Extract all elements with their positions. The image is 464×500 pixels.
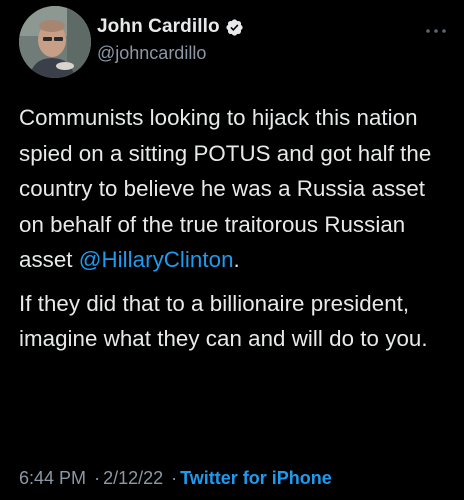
tweet-source-link[interactable]: Twitter for iPhone <box>180 468 332 488</box>
mention-suffix: . <box>233 247 240 272</box>
meta-separator: · <box>94 468 101 488</box>
avatar-image <box>19 6 91 78</box>
verified-badge-icon <box>225 18 244 37</box>
tweet-card: John Cardillo @johncardillo Communists l… <box>0 0 464 500</box>
display-name[interactable]: John Cardillo <box>97 16 220 38</box>
tweet-time[interactable]: 6:44 PM <box>19 468 86 488</box>
meta-separator-2: · <box>171 468 178 488</box>
tweet-meta: 6:44 PM · 2/12/22 · Twitter for iPhone <box>19 468 332 489</box>
tweet-paragraph-1: Communists looking to hijack this nation… <box>19 100 449 278</box>
tweet-paragraph-2: If they did that to a billionaire presid… <box>19 290 428 352</box>
display-name-row: John Cardillo <box>97 14 244 40</box>
tweet-text: Communists looking to hijack this nation… <box>19 100 449 357</box>
tweet-header: John Cardillo @johncardillo <box>19 6 449 78</box>
mention-link[interactable]: @HillaryClinton <box>79 247 234 272</box>
more-options-icon[interactable] <box>425 22 447 33</box>
avatar[interactable] <box>19 6 91 78</box>
user-handle[interactable]: @johncardillo <box>97 43 244 64</box>
tweet-date[interactable]: 2/12/22 <box>103 468 163 488</box>
user-names: John Cardillo @johncardillo <box>97 14 244 64</box>
